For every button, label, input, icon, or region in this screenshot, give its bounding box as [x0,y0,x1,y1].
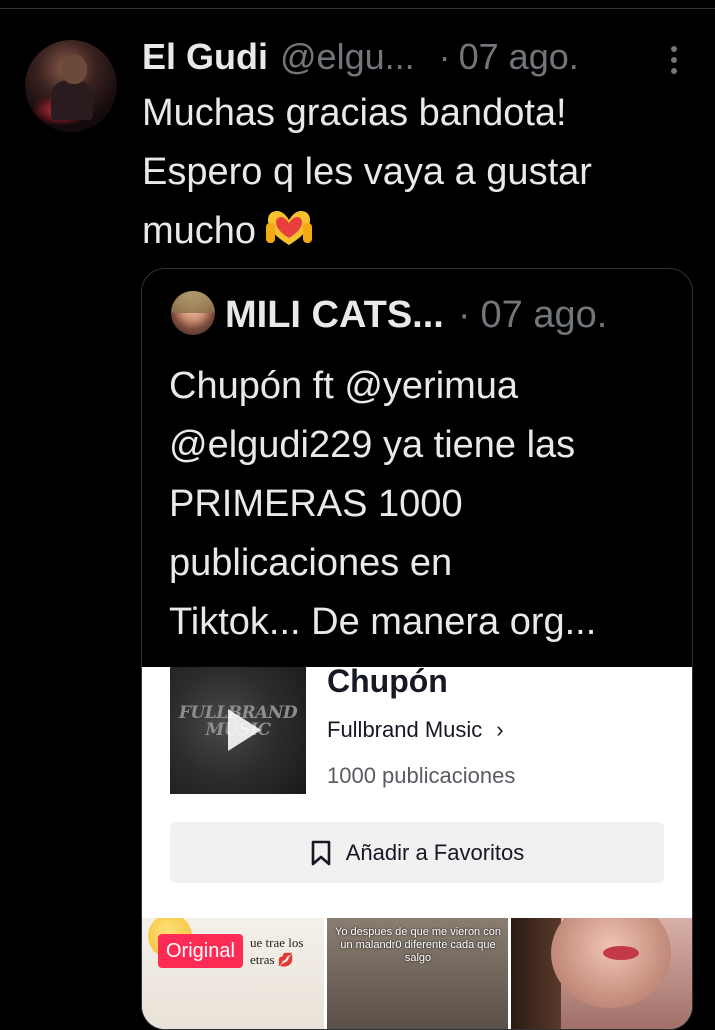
tweet-text: Muchas gracias bandota! Espero q les vay… [142,84,702,261]
bookmark-icon [311,840,331,865]
publication-count: 1000 publicaciones [327,763,516,788]
quote-text-line: @elgudi229 ya tiene las [169,424,576,466]
author-name[interactable]: El Gudi [142,36,268,78]
quote-text-line: Tiktok... De manera org... [169,601,597,643]
video-thumbnail: Yo despues de que me vieron con un malan… [327,918,508,1029]
heart-hands-icon [266,210,313,245]
tweet-text-line: Espero q les vaya a gustar [142,151,592,193]
quote-media-screenshot[interactable]: FULLBRAND MUSIC Chupón Fullbrand Music › … [142,663,692,1029]
tweet-date[interactable]: 07 ago. [459,36,579,78]
quote-text: Chupón ft @yerimua @elgudi229 ya tiene l… [169,357,689,652]
video-thumbnail [511,918,692,1029]
quote-text-line: Chupón ft @yerimua [169,365,519,407]
quote-text-line: PRIMERAS 1000 [169,483,463,525]
video-caption: Yo despues de que me vieron con un malan… [335,926,501,964]
tweet-text-line: Muchas gracias bandota! [142,92,567,134]
quote-header: MILI CATS... · 07 ago. [225,287,607,343]
quote-text-line: publicaciones en [169,542,453,584]
quote-author-name: MILI CATS... [225,293,444,336]
quote-author-avatar [171,291,215,335]
song-title: Chupón [327,663,448,699]
video-grid: Original ue trae los etras 💋 Yo despues … [142,918,692,1029]
author-avatar[interactable] [25,40,117,132]
add-to-favorites-button: Añadir a Favoritos [170,822,664,883]
author-handle[interactable]: @elgu... [280,36,415,78]
video-thumbnail: Original ue trae los etras 💋 [142,918,324,1029]
artist-name: Fullbrand Music [327,717,483,742]
favorite-label: Añadir a Favoritos [345,839,525,865]
chevron-right-icon: › [496,717,504,742]
quoted-tweet[interactable]: MILI CATS... · 07 ago. Chupón ft @yerimu… [141,268,693,1030]
top-divider [0,0,715,9]
play-icon [228,709,261,751]
tweet-text-line: mucho [142,202,702,261]
video-caption: ue trae los etras 💋 [250,935,304,967]
sound-thumbnail: FULLBRAND MUSIC [170,667,306,794]
quote-date: 07 ago. [480,293,608,336]
tweet-header: El Gudi @elgu... · 07 ago. [142,33,579,81]
more-options-icon[interactable] [662,40,686,80]
original-badge: Original [158,934,243,968]
separator-dot: · [438,36,451,77]
separator-dot: · [457,293,471,336]
artist-link: Fullbrand Music › [327,717,504,743]
